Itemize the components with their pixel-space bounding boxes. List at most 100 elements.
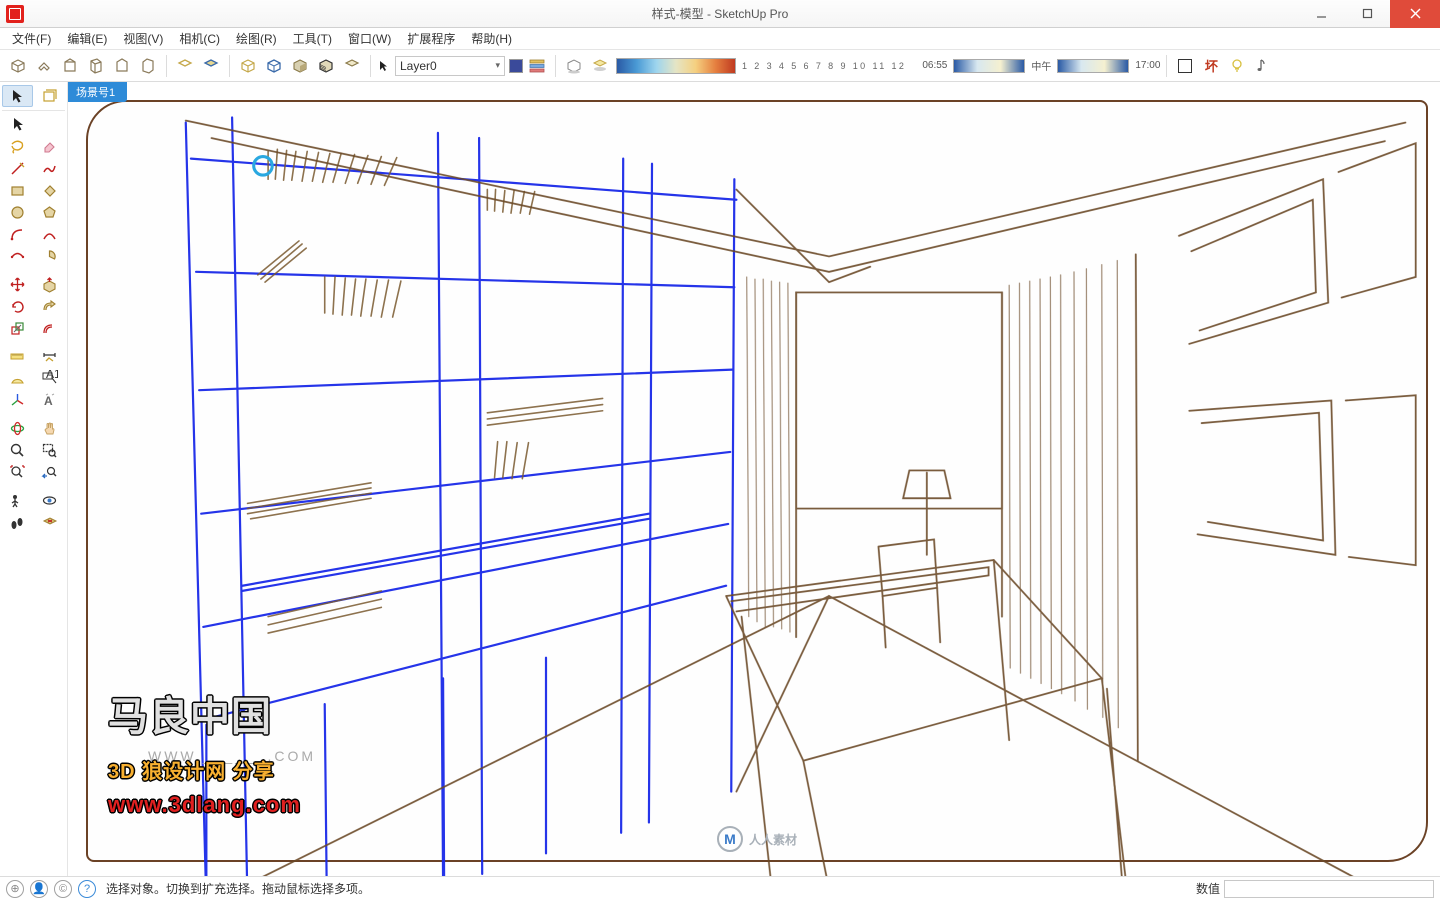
lightbulb-icon[interactable] (1225, 54, 1249, 78)
watermark-big: 马良中国 (108, 684, 272, 742)
measurement-input[interactable] (1224, 880, 1434, 898)
menu-window[interactable]: 窗口(W) (340, 28, 399, 49)
axes-tool[interactable] (2, 389, 34, 411)
arc2-tool[interactable] (34, 223, 66, 245)
position-camera-tool[interactable] (2, 489, 34, 511)
orbit-tool[interactable] (2, 417, 34, 439)
3dtext-tool[interactable]: A (34, 389, 66, 411)
menu-help[interactable]: 帮助(H) (463, 28, 520, 49)
tool-palette: A1 A (0, 82, 68, 876)
menu-edit[interactable]: 编辑(E) (59, 28, 115, 49)
bad-geom-icon[interactable]: 坏 (1199, 54, 1223, 78)
main-area: A1 A 场景号1 (0, 82, 1440, 876)
walk-tool[interactable] (2, 511, 34, 533)
layer-select[interactable]: Layer0 ▾ (395, 56, 505, 76)
pan-tool[interactable] (34, 417, 66, 439)
zoom-tool[interactable] (2, 439, 34, 461)
credits-icon[interactable]: © (54, 880, 72, 898)
offset-tool[interactable] (34, 317, 66, 339)
shadow-settings-icon[interactable] (562, 54, 586, 78)
view-right-icon[interactable] (84, 54, 108, 78)
watermark-badge: M (717, 826, 743, 852)
title-bar: 样式-模型 - SketchUp Pro (0, 0, 1440, 28)
pie-tool[interactable] (34, 245, 66, 267)
time-mid: 中午 (1031, 58, 1051, 73)
pushpull-tool[interactable] (34, 273, 66, 295)
line-tool[interactable] (2, 157, 34, 179)
maximize-button[interactable] (1344, 0, 1390, 28)
scale-tool[interactable] (2, 317, 34, 339)
app-icon (6, 5, 24, 23)
close-button[interactable] (1390, 0, 1440, 28)
text-tool[interactable]: A1 (34, 367, 66, 389)
svg-text:A: A (44, 394, 53, 408)
style-shaded-icon[interactable] (288, 54, 312, 78)
viewport[interactable]: 场景号1 (68, 82, 1440, 876)
time-start: 06:55 (922, 60, 947, 71)
menu-file[interactable]: 文件(F) (4, 28, 59, 49)
select-tool[interactable] (2, 85, 33, 107)
layer-manager-icon[interactable] (525, 54, 549, 78)
menu-camera[interactable]: 相机(C) (171, 28, 228, 49)
time-ramp-2[interactable] (1057, 59, 1129, 73)
status-bar: ⊕ 👤 © ? 选择对象。切换到扩充选择。拖动鼠标选择多项。 数值 (0, 876, 1440, 900)
view-front-icon[interactable] (58, 54, 82, 78)
style-mono-icon[interactable] (340, 54, 364, 78)
menu-draw[interactable]: 绘图(R) (228, 28, 285, 49)
help-icon[interactable]: ? (78, 880, 96, 898)
outliner-icon[interactable] (1173, 54, 1197, 78)
section-tool[interactable] (34, 511, 66, 533)
style-shaded-tex-icon[interactable] (314, 54, 338, 78)
canvas-frame: 马良中国 WWW.______.COM 3D 狼设计网 分享 www.3dlan… (86, 100, 1428, 862)
geo-icon[interactable]: ⊕ (6, 880, 24, 898)
eraser-tool[interactable] (34, 135, 66, 157)
style-xray-icon[interactable] (173, 54, 197, 78)
view-top-icon[interactable] (32, 54, 56, 78)
lasso-tool[interactable] (2, 135, 34, 157)
tape-tool[interactable] (2, 345, 34, 367)
component-new-icon[interactable] (34, 85, 65, 107)
style-wireframe-icon[interactable] (236, 54, 260, 78)
chevron-down-icon: ▾ (495, 60, 500, 71)
style-backedges-icon[interactable] (199, 54, 223, 78)
dimension-tool[interactable] (34, 345, 66, 367)
minimize-button[interactable] (1298, 0, 1344, 28)
arc-tool[interactable] (2, 223, 34, 245)
layer-color-swatch[interactable] (509, 59, 523, 73)
select-tool-2[interactable] (2, 113, 34, 135)
user-icon[interactable]: 👤 (30, 880, 48, 898)
layer-pointer-icon (377, 59, 391, 73)
status-hint: 选择对象。切换到扩充选择。拖动鼠标选择多项。 (106, 880, 370, 897)
move-tool[interactable] (2, 273, 34, 295)
view-iso-icon[interactable] (6, 54, 30, 78)
menu-tools[interactable]: 工具(T) (285, 28, 340, 49)
main-toolbar: Layer0 ▾ 1 2 3 4 5 6 7 8 9 10 11 12 06:5… (0, 50, 1440, 82)
rectangle-tool[interactable] (2, 179, 34, 201)
menu-extensions[interactable]: 扩展程序 (399, 28, 463, 49)
shadow-toggle-icon[interactable] (588, 54, 612, 78)
scene-tab-1[interactable]: 场景号1 (68, 82, 127, 102)
value-label: 数值 (1196, 880, 1220, 897)
protractor-tool[interactable] (2, 367, 34, 389)
time-ramp[interactable] (953, 59, 1025, 73)
zoom-extents-tool[interactable] (2, 461, 34, 483)
music-note-icon[interactable] (1251, 54, 1275, 78)
style-hidden-icon[interactable] (262, 54, 286, 78)
look-around-tool[interactable] (34, 489, 66, 511)
followme-tool[interactable] (34, 295, 66, 317)
rotate-tool[interactable] (2, 295, 34, 317)
view-back-icon[interactable] (110, 54, 134, 78)
freehand-tool[interactable] (34, 157, 66, 179)
prev-view-tool[interactable] (34, 461, 66, 483)
month-ramp[interactable] (616, 58, 736, 74)
circle-tool[interactable] (2, 201, 34, 223)
rotated-rect-tool[interactable] (34, 179, 66, 201)
view-left-icon[interactable] (136, 54, 160, 78)
zoom-window-tool[interactable] (34, 439, 66, 461)
polygon-tool[interactable] (34, 201, 66, 223)
watermark-center: M 人人素材 (717, 826, 797, 852)
watermark-line2: 3D 狼设计网 分享 (108, 755, 275, 784)
arc3-tool[interactable] (2, 245, 34, 267)
svg-text:A1: A1 (46, 370, 58, 381)
menu-view[interactable]: 视图(V) (115, 28, 171, 49)
